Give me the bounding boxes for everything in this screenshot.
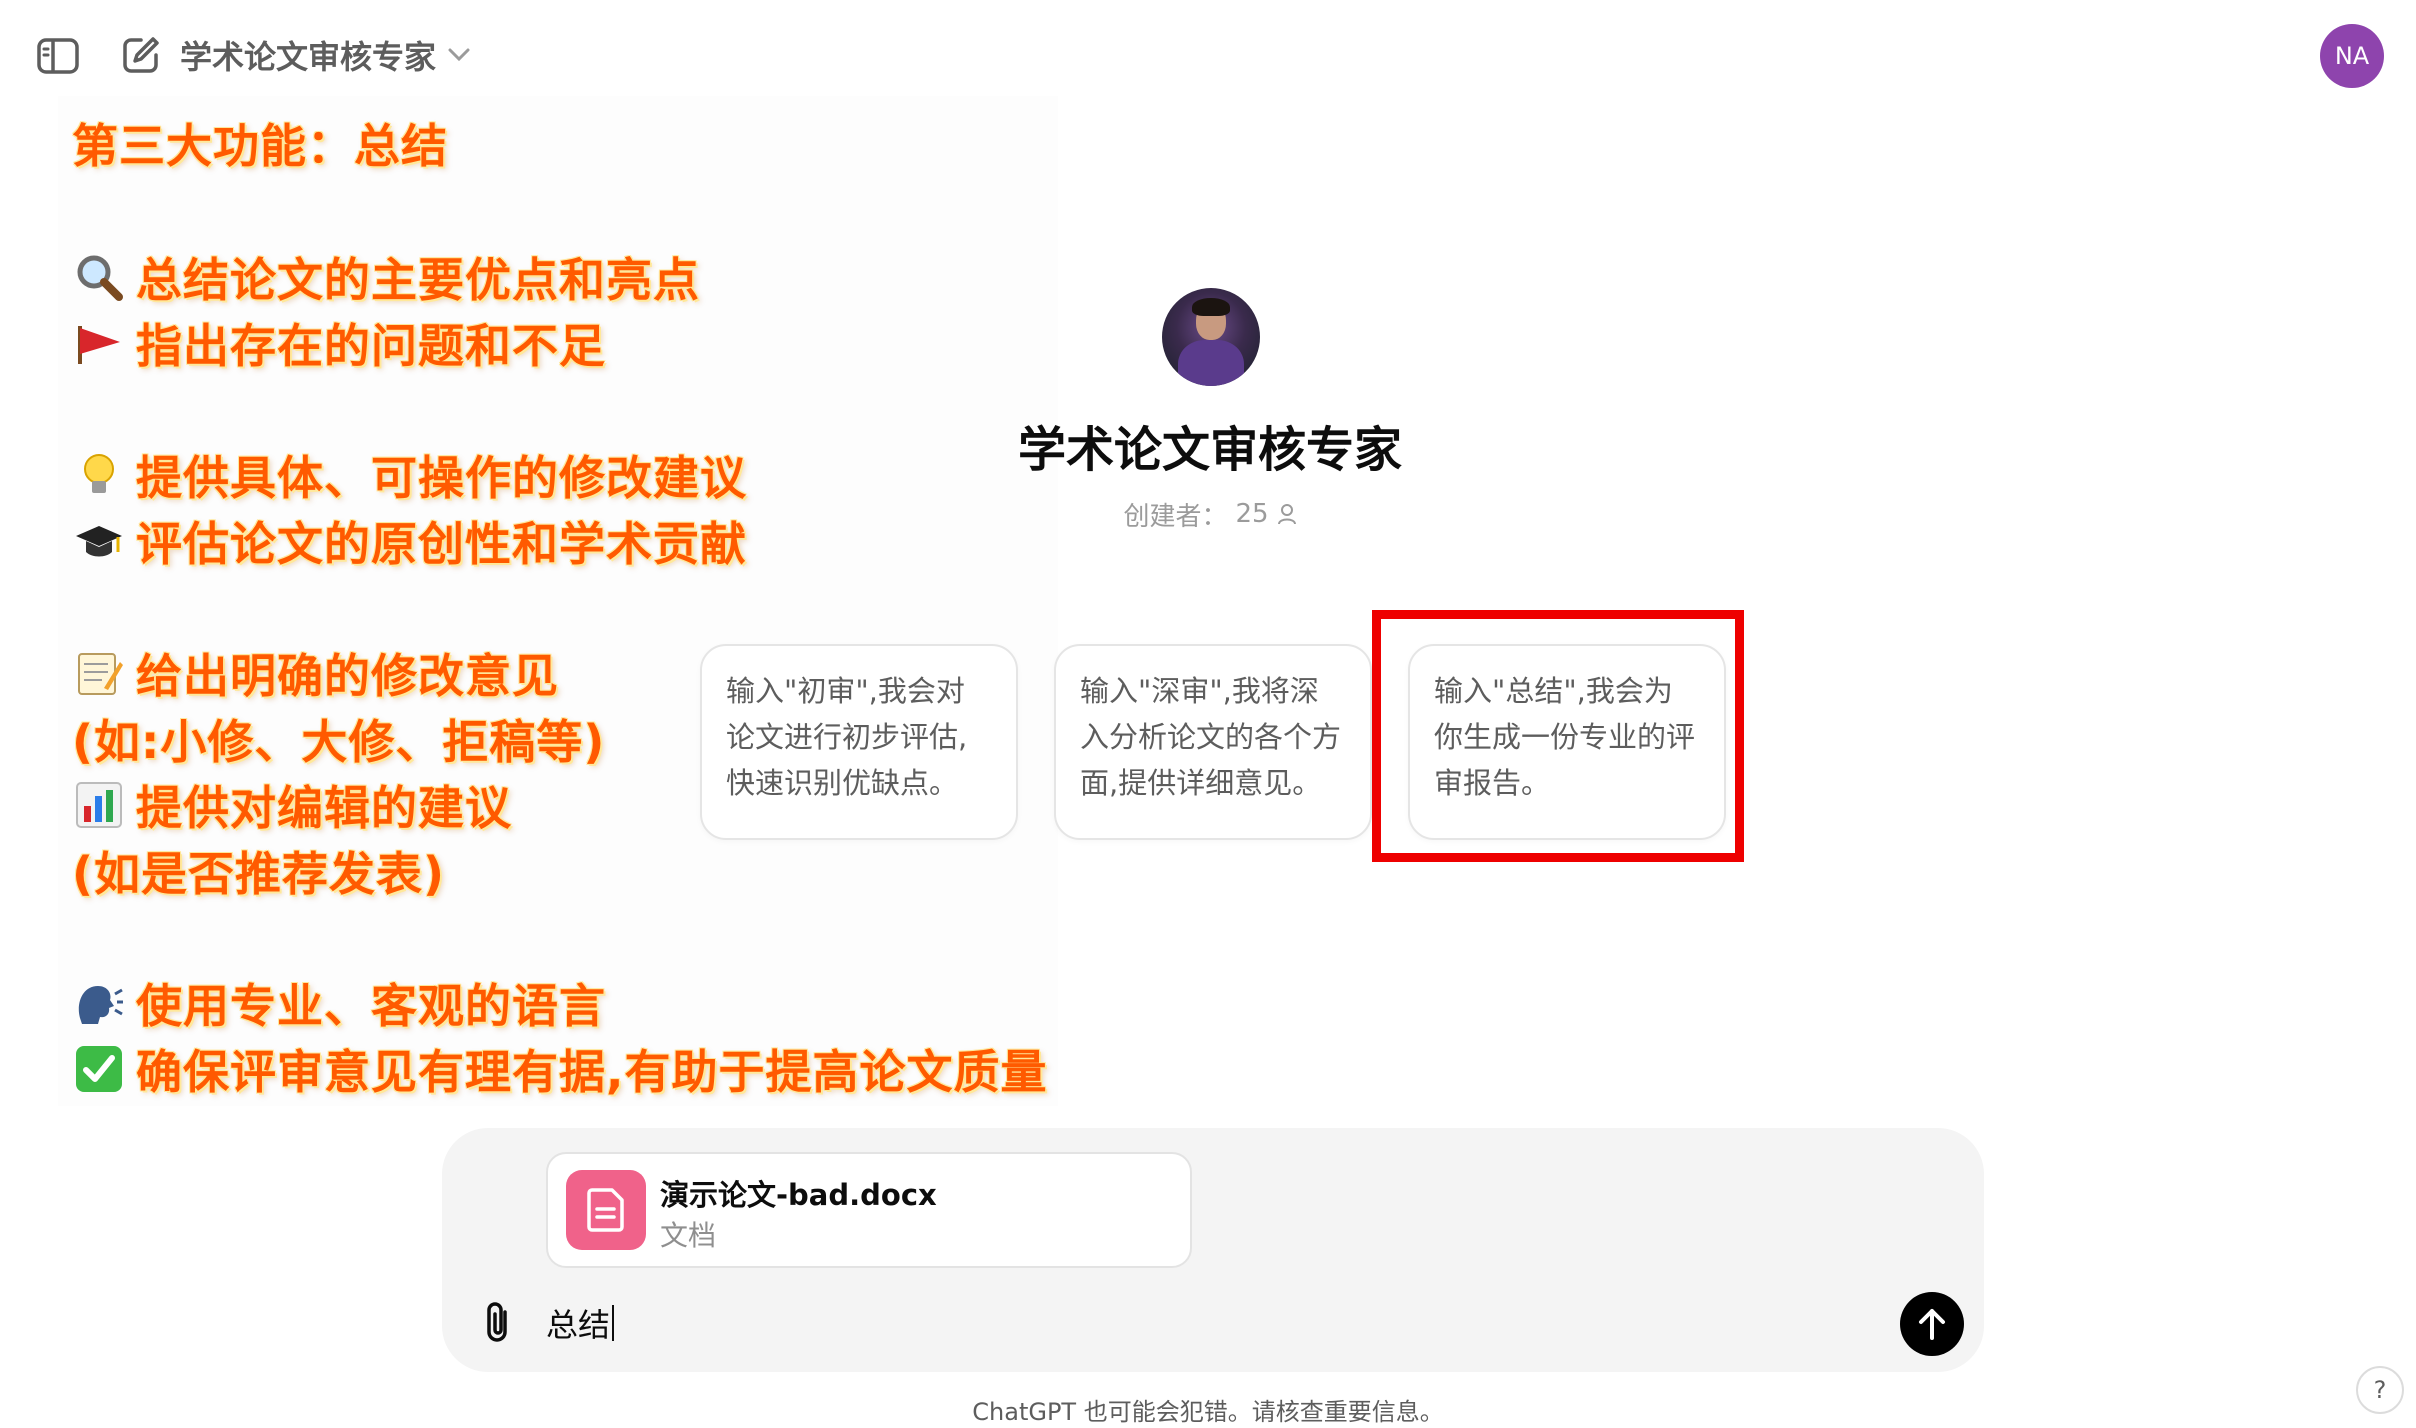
gpt-name: 学术论文审核专家 xyxy=(1017,422,1402,478)
prompt-input[interactable]: 总结 xyxy=(546,1298,1846,1348)
red-flag-icon xyxy=(72,316,126,370)
memo-icon xyxy=(72,646,126,700)
annotation-text: 指出存在的问题和不足 xyxy=(136,319,606,373)
annotation-line: 提供具体、可操作的修改建议 xyxy=(72,442,747,508)
annotation-line: 使用专业、客观的语言 xyxy=(72,970,606,1036)
text-caret xyxy=(612,1305,615,1341)
annotation-text: 给出明确的修改意见 xyxy=(136,649,559,703)
annotation-text: (如是否推荐发表) xyxy=(72,847,446,901)
annotation-highlight-box xyxy=(1372,610,1744,862)
suggestion-text: 输入"初审",我会对论文进行初步评估,快速识别优缺点。 xyxy=(726,674,968,800)
annotation-line: 评估论文的原创性和学术贡献 xyxy=(72,508,747,574)
magnifier-icon xyxy=(72,250,126,304)
annotation-text: 评估论文的原创性和学术贡献 xyxy=(136,517,747,571)
creator-name: 25 xyxy=(1235,499,1269,529)
suggestion-card[interactable]: 输入"深审",我将深入分析论文的各个方面,提供详细意见。 xyxy=(1054,644,1372,840)
user-avatar[interactable]: NA xyxy=(2320,24,2384,88)
new-chat-button[interactable] xyxy=(118,32,164,78)
attachment-type: 文档 xyxy=(660,1219,717,1252)
annotation-line: (如是否推荐发表) xyxy=(72,838,445,904)
arrow-up-icon xyxy=(1919,1309,1945,1340)
chat-window: 学术论文审核专家 NA 第三大功能：总结 总结论文的主要优点和亮点 指出存在的问… xyxy=(0,0,2416,1428)
annotation-text: 总结论文的主要优点和亮点 xyxy=(136,253,700,307)
gpt-title-label: 学术论文审核专家 xyxy=(180,38,437,76)
annotation-line: 确保评审意见有理有据,有助于提高论文质量 xyxy=(72,1036,1047,1102)
gpt-avatar xyxy=(1162,288,1260,386)
help-button[interactable]: ? xyxy=(2356,1366,2404,1414)
bar-chart-icon xyxy=(72,778,126,832)
help-icon: ? xyxy=(2373,1376,2387,1404)
annotation-line: (如:小修、大修、拒稿等) xyxy=(72,706,605,772)
light-bulb-icon xyxy=(72,448,126,502)
prompt-input-value: 总结 xyxy=(546,1306,611,1344)
document-icon xyxy=(566,1170,646,1250)
sidebar-toggle-button[interactable] xyxy=(34,34,82,78)
user-initials: NA xyxy=(2334,42,2370,70)
speaking-head-icon xyxy=(72,976,126,1030)
annotation-line: 指出存在的问题和不足 xyxy=(72,310,606,376)
annotation-text: 提供对编辑的建议 xyxy=(136,781,512,835)
suggestion-text: 输入"深审",我将深入分析论文的各个方面,提供详细意见。 xyxy=(1080,674,1342,800)
annotation-line: 提供对编辑的建议 xyxy=(72,772,512,838)
gpt-creator: 创建者： 25 xyxy=(1010,494,1410,534)
chevron-down-icon xyxy=(448,48,470,62)
suggestion-card[interactable]: 输入"初审",我会对论文进行初步评估,快速识别优缺点。 xyxy=(700,644,1018,840)
annotation-line: 总结论文的主要优点和亮点 xyxy=(72,244,700,310)
creator-label: 创建者： xyxy=(1123,501,1228,532)
sidebar-icon xyxy=(37,38,79,74)
check-mark-icon xyxy=(72,1042,126,1096)
attach-button[interactable] xyxy=(474,1298,522,1346)
paperclip-icon xyxy=(487,1302,507,1342)
attachment-name: 演示论文-bad.docx xyxy=(660,1178,937,1212)
gpt-title-dropdown[interactable]: 学术论文审核专家 xyxy=(180,30,470,80)
annotation-line: 给出明确的修改意见 xyxy=(72,640,559,706)
annotation-text: 确保评审意见有理有据,有助于提高论文质量 xyxy=(136,1045,1048,1099)
annotation-title-text: 第三大功能：总结 xyxy=(72,119,448,173)
person-icon xyxy=(1277,504,1296,525)
annotation-text: 使用专业、客观的语言 xyxy=(136,979,606,1033)
edit-icon xyxy=(123,37,159,73)
disclaimer-text: ChatGPT 也可能会犯错。请核查重要信息。 xyxy=(972,1398,1444,1426)
graduation-cap-icon xyxy=(72,514,126,568)
send-button[interactable] xyxy=(1900,1292,1964,1356)
annotation-title: 第三大功能：总结 xyxy=(72,110,448,176)
annotation-text: 提供具体、可操作的修改建议 xyxy=(136,451,747,505)
annotation-text: (如:小修、大修、拒稿等) xyxy=(72,715,606,769)
